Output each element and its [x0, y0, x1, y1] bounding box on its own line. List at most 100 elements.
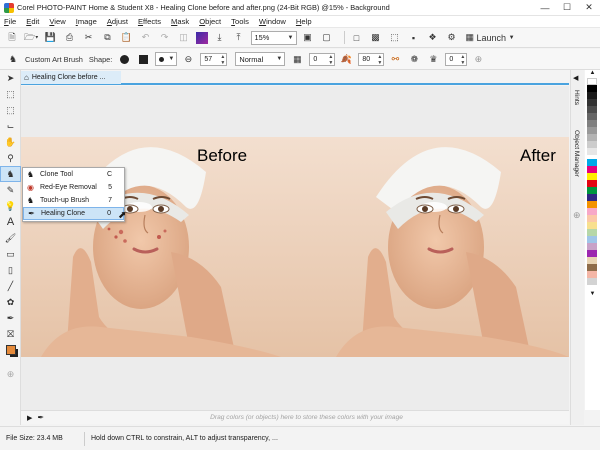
palette-options-icon[interactable]: ▶: [27, 414, 32, 422]
swatch-light-yellow[interactable]: [587, 222, 597, 229]
swatch-light-green[interactable]: [587, 229, 597, 236]
pan-tool-icon[interactable]: ✋: [0, 134, 21, 150]
swatch-cyan[interactable]: [587, 159, 597, 166]
line-tool-icon[interactable]: ╱: [0, 278, 21, 294]
swatch-green[interactable]: [587, 187, 597, 194]
add-docker-icon[interactable]: ⊕: [573, 210, 581, 221]
swatch-gray-50[interactable]: [587, 120, 597, 127]
document-palette[interactable]: ▶ ✒ Drag colors (or objects) here to sto…: [21, 410, 569, 424]
mask-overlay-icon[interactable]: ▪: [407, 31, 421, 45]
object-marquee-icon[interactable]: ⬚: [388, 31, 402, 45]
stroke-tool-icon[interactable]: ✿: [0, 294, 21, 310]
clone-brush-icon[interactable]: ♞: [6, 52, 20, 66]
mask-marquee-icon[interactable]: ▩: [369, 31, 383, 45]
swatch-magenta[interactable]: [587, 166, 597, 173]
menu-tools[interactable]: Tools: [231, 17, 249, 26]
swatch-gray-10[interactable]: [587, 148, 597, 155]
swatch-gray-30[interactable]: [587, 134, 597, 141]
paint-brush-icon[interactable]: 🖌: [0, 230, 21, 246]
undo-icon[interactable]: ↶: [139, 31, 153, 45]
swatch-lilac[interactable]: [587, 243, 597, 250]
crop-tool-icon[interactable]: ⌙: [0, 118, 21, 134]
swatch-rose[interactable]: [587, 271, 597, 278]
menu-adjust[interactable]: Adjust: [107, 17, 128, 26]
pick-tool-icon[interactable]: ➤: [0, 70, 21, 86]
minimize-button[interactable]: —: [534, 0, 556, 16]
swatch-light-blue[interactable]: [587, 236, 597, 243]
add-icon[interactable]: ⊕: [471, 52, 485, 66]
color-swatches-icon[interactable]: [0, 342, 21, 358]
soft-edge-input[interactable]: 80 ▲ ▼: [358, 52, 385, 66]
shape-square-icon[interactable]: [136, 52, 150, 66]
brush-type-label[interactable]: Custom Art Brush: [25, 52, 83, 66]
add-tool-icon[interactable]: ⊕: [0, 366, 21, 382]
rectangle-tool-icon[interactable]: ▭: [0, 246, 21, 262]
swatch-gray-20[interactable]: [587, 141, 597, 148]
swatch-gray-70[interactable]: [587, 106, 597, 113]
swatch-gray-90[interactable]: [587, 92, 597, 99]
gear-icon[interactable]: ⚙: [445, 31, 459, 45]
menu-window[interactable]: Window: [259, 17, 286, 26]
size-input[interactable]: 57 ▲ ▼: [200, 52, 228, 66]
clipboard-icon[interactable]: ◫: [177, 31, 191, 45]
menu-edit[interactable]: Edit: [26, 17, 39, 26]
save-icon[interactable]: 💾: [44, 31, 58, 45]
eyedropper-icon[interactable]: ✒: [37, 413, 44, 422]
swatch-pink[interactable]: [587, 208, 597, 215]
redo-icon[interactable]: ↷: [158, 31, 172, 45]
fill-tool-icon[interactable]: ⛝: [0, 326, 21, 342]
paste-icon[interactable]: 📋: [120, 31, 134, 45]
swatch-beige[interactable]: [587, 257, 597, 264]
menu-image[interactable]: Image: [76, 17, 97, 26]
fit-page-icon[interactable]: ▣: [301, 31, 315, 45]
document-tab[interactable]: ⌂ Healing Clone before ...: [21, 71, 121, 84]
menu-object[interactable]: Object: [199, 17, 221, 26]
object-manager-tab[interactable]: Object Manager: [573, 130, 580, 177]
palette-up-icon[interactable]: ▲: [585, 70, 600, 78]
open-folder-icon[interactable]: 🗁▾: [24, 31, 39, 45]
swatch-gray-80[interactable]: [587, 99, 597, 106]
effect-tool-icon[interactable]: ⚲: [0, 150, 21, 166]
print-icon[interactable]: ⎙: [63, 31, 77, 45]
dodge-tool-icon[interactable]: 💡: [0, 198, 21, 214]
rectangle-mask-icon[interactable]: ⬚: [0, 102, 21, 118]
nib-count-input[interactable]: 0 ▲ ▼: [445, 52, 468, 66]
copy-icon[interactable]: ⧉: [101, 31, 115, 45]
swatch-purple[interactable]: [587, 250, 597, 257]
clone-settings-icon[interactable]: ❁: [407, 52, 421, 66]
mask-show-icon[interactable]: □: [350, 31, 364, 45]
swatch-orange[interactable]: [587, 201, 597, 208]
ink-icon[interactable]: ♛: [426, 52, 440, 66]
swatch-white[interactable]: [587, 78, 597, 85]
swatch-silver[interactable]: [587, 278, 597, 285]
zoom-combo[interactable]: 15% ▼: [250, 30, 297, 45]
close-button[interactable]: ✕: [578, 0, 600, 16]
menu-effects[interactable]: Effects: [138, 17, 161, 26]
swatch-peach[interactable]: [587, 215, 597, 222]
swatch-gray-40[interactable]: [587, 127, 597, 134]
import-icon[interactable]: ⤓: [213, 31, 227, 45]
eraser-tool-icon[interactable]: ▯: [0, 262, 21, 278]
text-tool-icon[interactable]: A: [0, 214, 21, 230]
maximize-button[interactable]: ☐: [556, 0, 578, 16]
smear-tool-icon[interactable]: ✎: [0, 182, 21, 198]
export-icon[interactable]: ⤒: [232, 31, 246, 45]
transparency-input[interactable]: 0 ▲ ▼: [309, 52, 336, 66]
menu-help[interactable]: Help: [296, 17, 312, 26]
swatch-black[interactable]: [587, 85, 597, 92]
shape-round-icon[interactable]: [117, 52, 131, 66]
menu-mask[interactable]: Mask: [171, 17, 189, 26]
color-palette[interactable]: ▲ ▼: [585, 70, 600, 410]
flyout-item-healing-clone[interactable]: ✒ Healing Clone 0: [23, 207, 124, 220]
nib-combo[interactable]: ▼: [155, 52, 178, 66]
swatch-gray-60[interactable]: [587, 113, 597, 120]
snap-icon[interactable]: ❖: [426, 31, 440, 45]
swatch-red[interactable]: [587, 180, 597, 187]
palette-down-icon[interactable]: ▼: [585, 291, 600, 299]
menu-view[interactable]: View: [49, 17, 65, 26]
eyedropper-icon[interactable]: ✒: [0, 310, 21, 326]
anti-alias-icon[interactable]: ⚯: [388, 52, 402, 66]
clone-tool-icon[interactable]: ♞: [0, 166, 21, 182]
cut-icon[interactable]: ✂: [82, 31, 96, 45]
hints-tab[interactable]: Hints: [573, 90, 580, 105]
